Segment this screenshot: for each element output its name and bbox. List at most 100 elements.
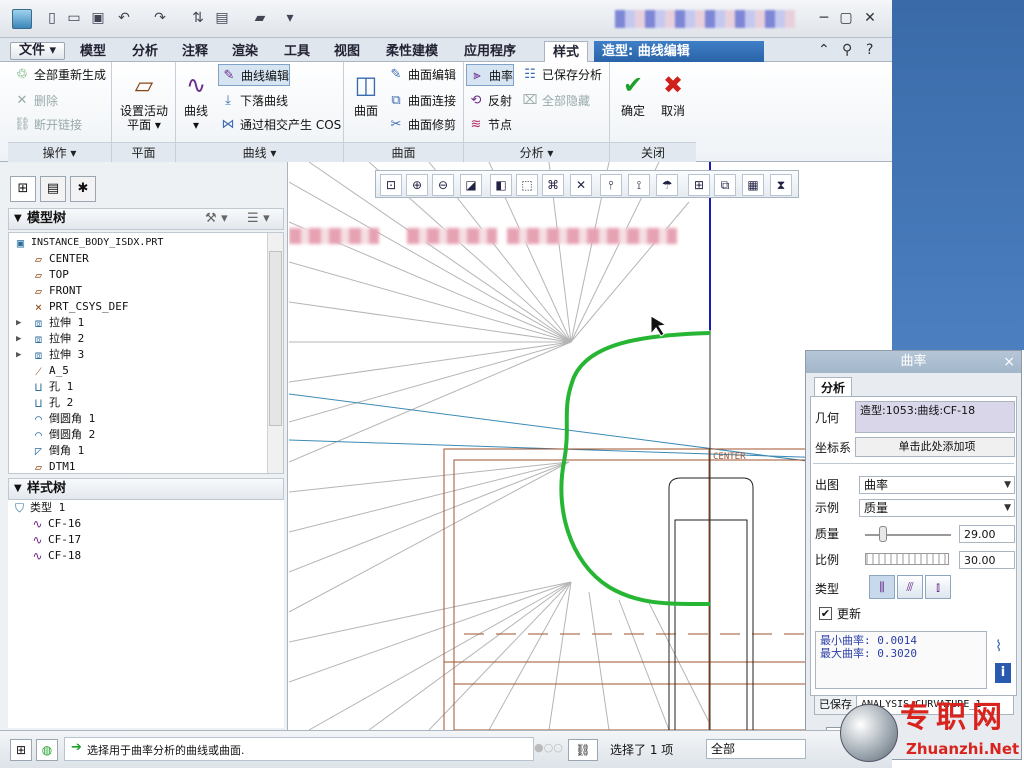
geometry-collector[interactable]: 造型:1053:曲线:CF-18 [855,401,1015,433]
new-icon[interactable]: ▯ [44,10,60,26]
style-curve-item[interactable]: ∿ CF-18 [30,548,81,564]
find-icon[interactable]: ⛓ [568,739,598,761]
undo-icon[interactable]: ↶ [116,10,132,26]
surface-connect-button[interactable]: ⧉ 曲面连接 [386,90,456,112]
annotation-display-icon[interactable]: ☂ [656,174,678,196]
expand-icon[interactable]: ▶ [16,347,21,363]
tab-model[interactable]: 模型 [72,41,114,62]
display-style-icon[interactable]: ◧ [490,174,512,196]
tree-item[interactable]: ▶ ⧈ 拉伸 2 [16,331,84,347]
csys-collector[interactable]: 单击此处添加项 [855,437,1015,457]
tree-item[interactable]: ⁄ A_5 [31,363,68,379]
delete-button[interactable]: ✕ 删除 [12,90,58,112]
graphics-viewport[interactable]: CENTER [289,162,892,730]
node-button[interactable]: ≋ 节点 [466,114,512,136]
group-analysis-label[interactable]: 分析 ▾ [464,142,609,162]
windows-icon[interactable]: ▤ [214,10,230,26]
filter-select[interactable]: 全部 [706,739,806,759]
break-link-button[interactable]: ⛓ 断开链接 [12,114,82,136]
tree-root[interactable]: ▣ INSTANCE_BODY_ISDX.PRT [13,235,164,251]
graph-icon[interactable]: ⌇ [995,637,1002,655]
scale-input[interactable]: 30.00 [959,551,1015,569]
curvature-button[interactable]: ⫸ 曲率 [466,64,515,86]
tree-item[interactable]: ⊔ 孔 1 [31,379,73,395]
tree-item[interactable]: ◠ 倒圆角 2 [31,427,95,443]
perspective-icon[interactable]: ✕ [570,174,592,196]
browser-toggle-icon[interactable]: ◍ [36,739,58,761]
comb-type-icon[interactable]: ⫻ [897,575,923,599]
curve-button[interactable]: ∿ 曲线 ▾ [178,70,214,132]
cos-button[interactable]: ⋈ 通过相交产生 COS [218,114,342,136]
expand-icon[interactable]: ▶ [16,331,21,347]
tab-annotate[interactable]: 注释 [174,41,216,62]
tree-item[interactable]: ⨯ PRT_CSYS_DEF [31,299,129,315]
info-icon[interactable]: i [995,663,1011,683]
quality-slider-track[interactable] [865,534,951,536]
customize-icon[interactable]: ▾ [282,10,298,26]
tab-flexible-modeling[interactable]: 柔性建模 [378,41,446,62]
tab-analysis[interactable]: 分析 [124,41,166,62]
style-curve-item[interactable]: ∿ CF-16 [30,516,81,532]
group-operations-label[interactable]: 操作 ▾ [8,142,111,162]
regenerate-all-button[interactable]: ♲ 全部重新生成 [12,64,106,86]
style-tree-header[interactable]: ▼ 样式树 [8,478,284,500]
folder-icon[interactable]: ▰ [252,10,268,26]
active-plane-icon[interactable]: ▦ [742,174,764,196]
view-manager-icon[interactable]: ⌘ [542,174,564,196]
hide-all-button[interactable]: ⌧ 全部隐藏 [520,90,591,112]
expand-icon[interactable]: ▶ [16,315,21,331]
scale-slider[interactable] [865,553,949,565]
zoom-in-icon[interactable]: ⊕ [406,174,428,196]
tree-item[interactable]: ◠ 倒圆角 1 [31,411,95,427]
favorites-tab[interactable]: ✱ [70,176,96,202]
curve-cf-18[interactable] [559,331,711,607]
style-curve-item[interactable]: ∿ CF-17 [30,532,81,548]
quality-input[interactable]: 29.00 [959,525,1015,543]
grid-icon[interactable]: ⊞ [688,174,710,196]
tab-tools[interactable]: 工具 [276,41,318,62]
close-icon[interactable]: × [1003,351,1015,373]
search-icon[interactable]: ⚲ [842,42,852,58]
tree-item[interactable]: ▱ CENTER [31,251,89,267]
set-active-plane-button[interactable]: ▱ 设置活动 平面 ▾ [114,70,174,132]
refit-icon[interactable]: ⊡ [380,174,402,196]
saved-views-icon[interactable]: ⬚ [516,174,538,196]
surface-trim-button[interactable]: ✂ 曲面修剪 [386,114,456,136]
group-curve-label[interactable]: 曲线 ▾ [176,142,343,162]
folder-browser-tab[interactable]: ▤ [40,176,66,202]
datum-display-icon[interactable]: ⫯ [600,174,622,196]
tree-item[interactable]: ▱ FRONT [31,283,82,299]
tree-item[interactable]: ⊔ 孔 2 [31,395,73,411]
open-icon[interactable]: ▭ [66,10,82,26]
close-window-button[interactable]: ✕ [860,9,880,27]
plot-select[interactable]: 曲率 ▼ [859,476,1015,494]
minimize-button[interactable]: ─ [814,9,834,27]
settings-icon[interactable]: ⚒ ▾ [205,209,228,229]
quality-slider-thumb[interactable] [879,526,887,542]
help-icon[interactable]: ? [866,42,873,58]
tab-applications[interactable]: 应用程序 [456,41,524,62]
comb-type-icon[interactable]: ⫼ [869,575,895,599]
ok-button[interactable]: ✔ 确定 [616,70,650,118]
tree-item[interactable]: ◸ 倒角 1 [31,443,84,459]
update-checkbox[interactable]: ✔ [819,607,832,620]
drop-curve-button[interactable]: ⤓ 下落曲线 [218,90,288,112]
zoom-out-icon[interactable]: ⊖ [432,174,454,196]
scrollbar-thumb[interactable] [269,251,282,426]
tree-item[interactable]: ▶ ⧈ 拉伸 3 [16,347,84,363]
reflection-button[interactable]: ⟲ 反射 [466,90,512,112]
regenerate-icon[interactable]: ⇅ [190,10,206,26]
model-tree-tab[interactable]: ⊞ [10,176,36,202]
cancel-button[interactable]: ✖ 取消 [656,70,690,118]
model-tree-header[interactable]: ▼ 模型树 ⚒ ▾ ☰ ▾ [8,208,284,230]
curve-edit-button[interactable]: ✎ 曲线编辑 [218,64,291,86]
tree-scrollbar[interactable] [267,233,283,473]
tree-item[interactable]: ▱ DTM1 [31,459,76,473]
style-view-icon[interactable]: ⧗ [770,174,792,196]
tree-item[interactable]: ▶ ⧈ 拉伸 1 [16,315,84,331]
tab-render[interactable]: 渲染 [224,41,266,62]
minimize-ribbon-icon[interactable]: ⌃ [818,42,830,58]
tab-view[interactable]: 视图 [326,41,368,62]
tab-style[interactable]: 样式 [544,41,589,62]
comb-type-icon[interactable]: ⫾ [925,575,951,599]
